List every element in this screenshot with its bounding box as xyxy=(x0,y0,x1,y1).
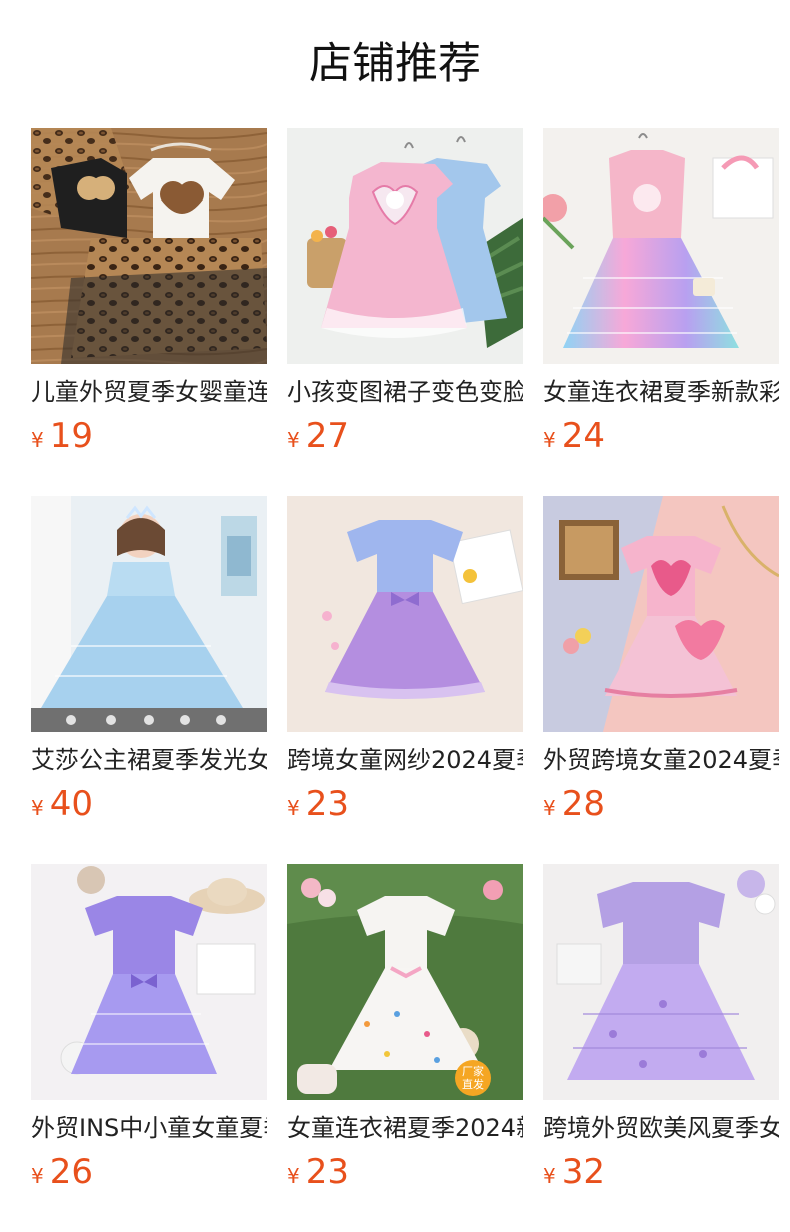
product-card-5[interactable]: 跨境女童网纱2024夏季新款 ¥23 xyxy=(287,496,523,826)
pink-blue-dress-image[interactable] xyxy=(287,128,523,364)
product-price: ¥24 xyxy=(543,414,605,458)
currency-symbol: ¥ xyxy=(543,1164,556,1188)
badge-label: 厂家直发 xyxy=(462,1065,484,1091)
product-price: ¥40 xyxy=(31,782,93,826)
price-value: 23 xyxy=(305,1152,349,1192)
currency-symbol: ¥ xyxy=(287,1164,300,1188)
product-card-6[interactable]: 外贸跨境女童2024夏季连衣裙 ¥28 xyxy=(543,496,779,826)
currency-symbol: ¥ xyxy=(31,796,44,820)
product-card-4[interactable]: 艾莎公主裙夏季发光女童 ¥40 xyxy=(31,496,267,826)
currency-symbol: ¥ xyxy=(287,796,300,820)
currency-symbol: ¥ xyxy=(543,796,556,820)
product-title[interactable]: 女童连衣裙夏季2024新款 xyxy=(287,1110,523,1146)
product-title[interactable]: 外贸跨境女童2024夏季连衣裙 xyxy=(543,742,779,778)
direct-factory-badge: 厂家直发 xyxy=(455,1060,491,1096)
currency-symbol: ¥ xyxy=(31,428,44,452)
product-title[interactable]: 跨境女童网纱2024夏季新款 xyxy=(287,742,523,778)
product-price: ¥23 xyxy=(287,1150,349,1194)
currency-symbol: ¥ xyxy=(31,1164,44,1188)
elsa-dress-image[interactable] xyxy=(31,496,267,732)
page-title: 店铺推荐 xyxy=(309,39,481,89)
product-card-1[interactable]: 儿童外贸夏季女婴童连衣裙 ¥19 xyxy=(31,128,267,458)
product-card-2[interactable]: 小孩变图裙子变色变脸公主裙 ¥27 xyxy=(287,128,523,458)
product-price: ¥19 xyxy=(31,414,93,458)
price-value: 19 xyxy=(49,416,93,456)
price-value: 28 xyxy=(561,784,605,824)
product-title[interactable]: 外贸INS中小童女童夏季连衣裙 xyxy=(31,1110,267,1146)
product-title[interactable]: 小孩变图裙子变色变脸公主裙 xyxy=(287,374,523,410)
product-price: ¥32 xyxy=(543,1150,605,1194)
pink-heart-dress-image[interactable] xyxy=(543,496,779,732)
rainbow-dress-image[interactable] xyxy=(543,128,779,364)
purple-mesh-dress-image[interactable] xyxy=(287,496,523,732)
price-value: 32 xyxy=(561,1152,605,1192)
product-price: ¥28 xyxy=(543,782,605,826)
price-value: 26 xyxy=(49,1152,93,1192)
price-value: 27 xyxy=(305,416,349,456)
product-price: ¥23 xyxy=(287,782,349,826)
price-value: 24 xyxy=(561,416,605,456)
product-card-7[interactable]: 外贸INS中小童女童夏季连衣裙 ¥26 xyxy=(31,864,267,1194)
currency-symbol: ¥ xyxy=(287,428,300,452)
product-title[interactable]: 女童连衣裙夏季新款彩虹鱼鳞 xyxy=(543,374,779,410)
product-title[interactable]: 艾莎公主裙夏季发光女童 xyxy=(31,742,267,778)
leopard-dress-image[interactable] xyxy=(31,128,267,364)
currency-symbol: ¥ xyxy=(543,428,556,452)
product-title[interactable]: 跨境外贸欧美风夏季女童裙 xyxy=(543,1110,779,1146)
product-price: ¥26 xyxy=(31,1150,93,1194)
product-title[interactable]: 儿童外贸夏季女婴童连衣裙 xyxy=(31,374,267,410)
product-card-3[interactable]: 女童连衣裙夏季新款彩虹鱼鳞 ¥24 xyxy=(543,128,779,458)
product-card-9[interactable]: 跨境外贸欧美风夏季女童裙 ¥32 xyxy=(543,864,779,1194)
lavender-dress-image[interactable] xyxy=(31,864,267,1100)
price-value: 40 xyxy=(49,784,93,824)
white-floral-dress-image[interactable]: 厂家直发 xyxy=(287,864,523,1100)
product-price: ¥27 xyxy=(287,414,349,458)
price-value: 23 xyxy=(305,784,349,824)
product-card-8[interactable]: 厂家直发 女童连衣裙夏季2024新款 ¥23 xyxy=(287,864,523,1194)
lilac-tulle-dress-image[interactable] xyxy=(543,864,779,1100)
